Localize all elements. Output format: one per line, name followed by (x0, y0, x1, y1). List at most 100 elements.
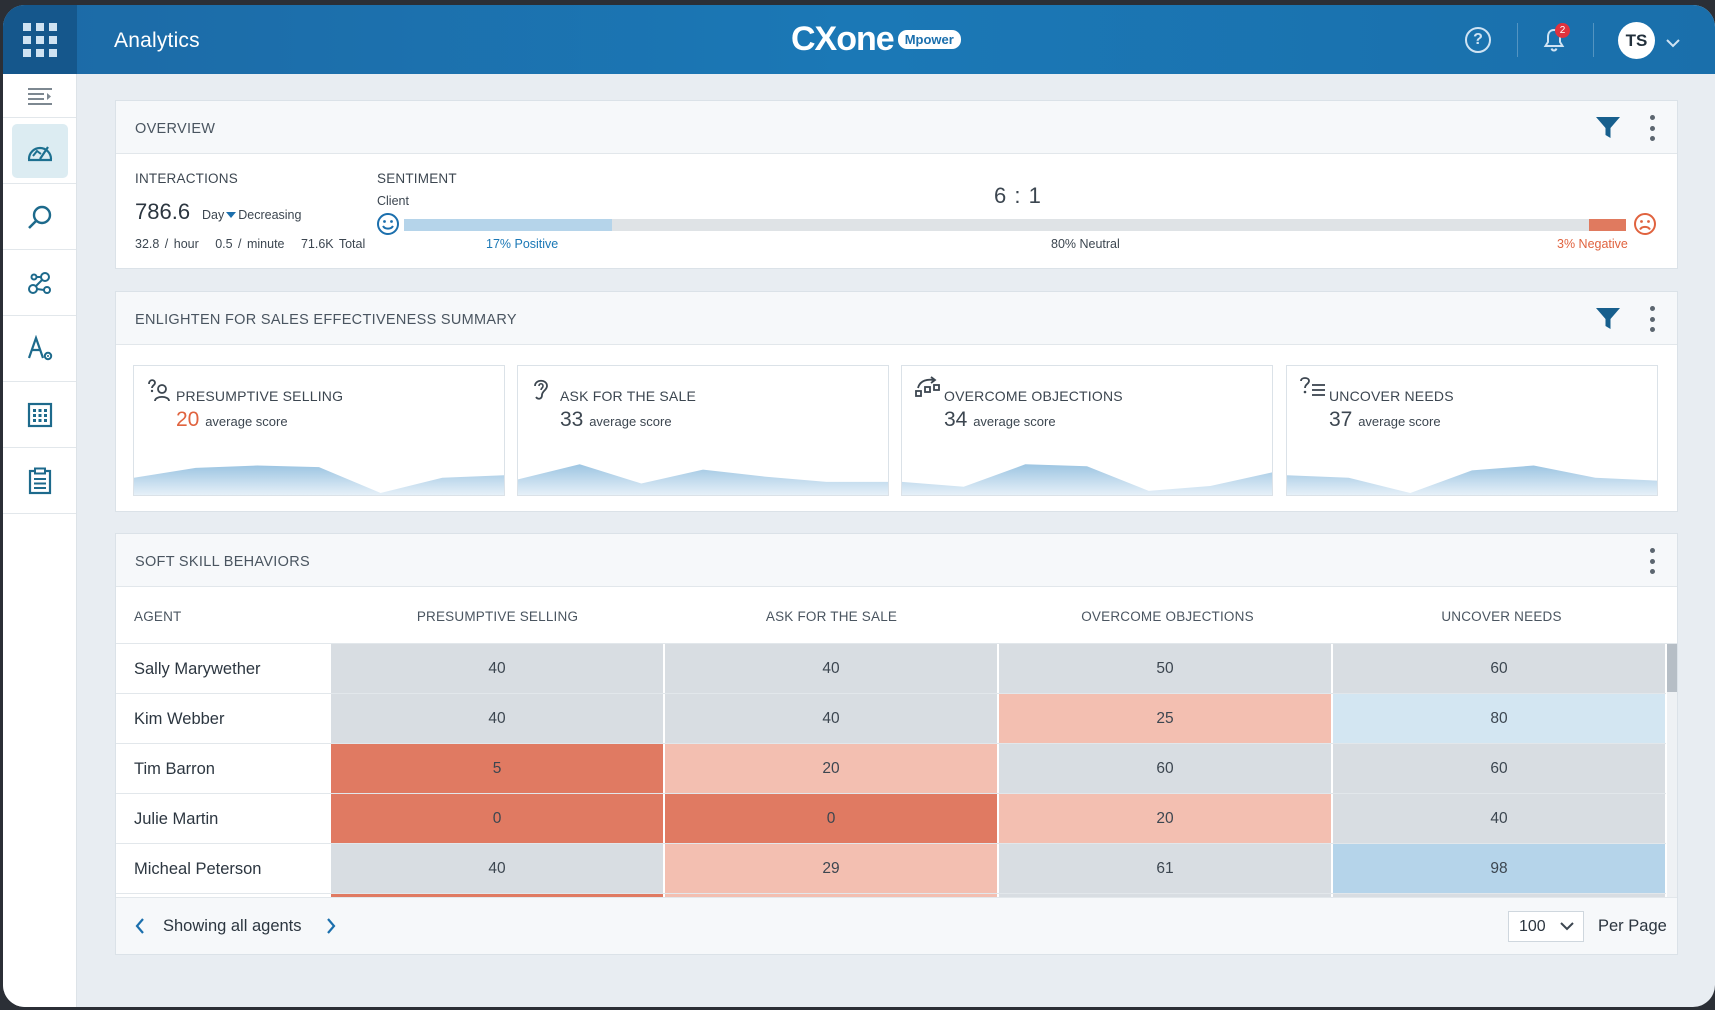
agent-name: Kim Webber (134, 710, 225, 728)
score-sub: average score (1358, 414, 1441, 429)
sparkline-fill (1287, 465, 1657, 495)
column-header-presumptive-selling[interactable]: PRESUMPTIVE SELLING (331, 609, 664, 624)
sidebar-item-reports[interactable] (3, 382, 76, 448)
score-value: 20 (176, 408, 200, 431)
sidebar-item-forms[interactable] (3, 448, 76, 514)
user-assume-icon (146, 376, 172, 407)
column-header-agent[interactable]: AGENT (134, 609, 182, 624)
table-header: AGENT PRESUMPTIVE SELLING ASK FOR THE SA… (116, 587, 1677, 644)
table-row[interactable]: Tim Barron 5 20 60 60 (116, 744, 1666, 794)
tile-ask-for-the-sale[interactable]: ASK FOR THE SALE 33 average score (517, 365, 889, 496)
tile-score: 33 average score (560, 408, 672, 432)
sparkline-area (134, 465, 504, 495)
table-footer: Showing all agents 100 Per Page (116, 897, 1677, 954)
sidebar-item-analytics[interactable] (3, 118, 76, 184)
sidebar-item-interactions[interactable] (3, 250, 76, 316)
score-cell: 50 (999, 644, 1332, 693)
table-row[interactable]: Kim Webber 40 40 25 80 (116, 694, 1666, 744)
header-divider (1517, 23, 1518, 57)
sidebar-item-search[interactable] (3, 184, 76, 250)
score-sub: average score (205, 414, 288, 429)
sentiment-bar (404, 219, 1626, 231)
score-cell: 60 (1333, 644, 1666, 693)
score-cell: 20 (665, 744, 998, 793)
ear-icon (530, 376, 552, 407)
table-body: Sally Marywether 40 40 50 60 Kim Webber 40 40 25… (116, 644, 1677, 897)
overview-body: INTERACTIONS 786.6 Day Decreasing 32.8 / … (116, 154, 1677, 268)
tile-score: 34 average score (944, 408, 1056, 432)
user-avatar[interactable]: TS (1618, 22, 1655, 59)
per-page-select[interactable]: 100 (1508, 911, 1584, 942)
score-cell: 40 (331, 694, 664, 743)
clipboard-icon (28, 467, 51, 494)
score-cell: 40 (331, 844, 664, 893)
score-cell: 40 (1333, 794, 1666, 843)
more-options-icon[interactable] (1649, 115, 1655, 141)
header-divider (1593, 23, 1594, 57)
sentiment-label: SENTIMENT (377, 171, 457, 186)
interactions-label: INTERACTIONS (135, 171, 238, 186)
help-icon[interactable]: ? (1465, 27, 1491, 53)
sidebar-toggle[interactable] (3, 74, 76, 118)
card-header: SOFT SKILL BEHAVIORS (116, 534, 1677, 587)
column-header-ask-for-the-sale[interactable]: ASK FOR THE SALE (665, 609, 998, 624)
score-sub: average score (589, 414, 672, 429)
logo-badge: Mpower (897, 29, 961, 49)
top-bar: Analytics CXone Mpower ? 2 TS (3, 5, 1715, 74)
score-cell: 0 (331, 794, 664, 843)
tile-overcome-objections[interactable]: OVERCOME OBJECTIONS 34 average score (901, 365, 1273, 496)
tile-name: ASK FOR THE SALE (560, 388, 696, 404)
filter-icon[interactable] (1595, 116, 1621, 145)
chevron-down-icon[interactable] (1666, 35, 1680, 53)
grid-icon (23, 22, 57, 57)
more-options-icon[interactable] (1649, 306, 1655, 332)
card-title: SOFT SKILL BEHAVIORS (135, 554, 310, 570)
sentiment-positive-segment (404, 219, 612, 231)
chevron-right-icon[interactable] (325, 917, 337, 940)
agent-name: Julie Martin (134, 810, 219, 828)
frown-icon (1633, 212, 1657, 241)
sidebar (3, 74, 77, 1007)
filter-icon[interactable] (1595, 307, 1621, 336)
chevron-left-icon[interactable] (134, 917, 146, 940)
tile-name: OVERCOME OBJECTIONS (944, 388, 1123, 404)
sparkline-fill (902, 464, 1272, 495)
table-row[interactable]: Sally Marywether 40 40 50 60 (116, 644, 1666, 694)
sparkline-fill (518, 464, 888, 495)
tile-score: 20 average score (176, 408, 288, 432)
sentiment-negative-segment (1589, 219, 1626, 231)
table-row[interactable]: Julie Martin 0 0 20 40 (116, 794, 1666, 844)
score-cell: 40 (331, 644, 664, 693)
sparkline-area (902, 464, 1272, 495)
tile-uncover-needs[interactable]: UNCOVER NEEDS 37 average score (1286, 365, 1658, 496)
card-header: ENLIGHTEN FOR SALES EFFECTIVENESS SUMMAR… (116, 292, 1677, 345)
score-cell: 29 (665, 844, 998, 893)
app-title: Analytics (114, 29, 200, 52)
soft-skill-card: SOFT SKILL BEHAVIORS AGENT PRESUMPTIVE S… (115, 533, 1678, 955)
sales-effectiveness-card: ENLIGHTEN FOR SALES EFFECTIVENESS SUMMAR… (115, 291, 1678, 512)
score-sub: average score (973, 414, 1056, 429)
tile-name: PRESUMPTIVE SELLING (176, 388, 344, 404)
interactions-period: Day (202, 208, 225, 222)
score-cell: 60 (1333, 744, 1666, 793)
score-cell: 20 (999, 794, 1332, 843)
interactions-trend-label: Decreasing (238, 208, 302, 222)
sidebar-item-text-analysis[interactable] (3, 316, 76, 382)
per-hour: 32.8 / hour (135, 237, 199, 251)
card-header: OVERVIEW (116, 101, 1677, 154)
scrollbar-thumb[interactable] (1667, 644, 1677, 692)
table-grid-icon (27, 402, 52, 427)
more-options-icon[interactable] (1649, 548, 1655, 574)
notification-badge: 2 (1555, 23, 1570, 38)
table-scrollbar[interactable] (1667, 644, 1677, 897)
interactions-value: 786.6 (135, 199, 191, 224)
agent-name: Sally Marywether (134, 660, 261, 678)
score-cell: 80 (1333, 694, 1666, 743)
table-row[interactable]: Micheal Peterson 40 29 61 98 (116, 844, 1666, 894)
app-launcher-button[interactable] (3, 5, 77, 74)
score-value: 33 (560, 408, 584, 431)
column-header-uncover-needs[interactable]: UNCOVER NEEDS (1335, 609, 1668, 624)
tile-presumptive-selling[interactable]: PRESUMPTIVE SELLING 20 average score (133, 365, 505, 496)
score-cell: 25 (999, 694, 1332, 743)
column-header-overcome-objections[interactable]: OVERCOME OBJECTIONS (1001, 609, 1334, 624)
